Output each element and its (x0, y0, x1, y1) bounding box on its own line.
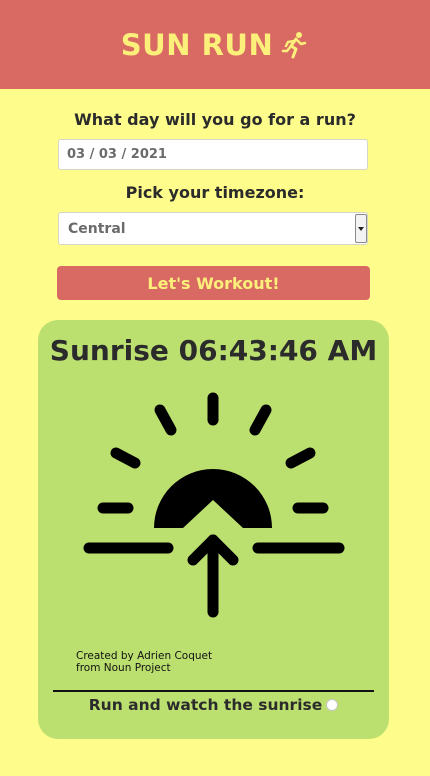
app-title: SUN RUN (120, 27, 274, 62)
app-header: SUN RUN (0, 0, 430, 89)
icon-credit: Created by Adrien Coquet from Noun Proje… (76, 650, 212, 674)
footer-message: Run and watch the sunrise (38, 696, 389, 714)
sunrise-time-heading: Sunrise 06:43:46 AM (49, 334, 378, 367)
day-question-label: What day will you go for a run? (74, 110, 356, 129)
app-brand: SUN RUN (121, 28, 309, 62)
sunrise-icon (83, 392, 345, 618)
chevron-down-icon[interactable] (355, 214, 367, 243)
timezone-selected-value: Central (68, 220, 126, 237)
run-date-input[interactable]: 03 / 03 / 2021 (58, 139, 368, 170)
run-date-value: 03 / 03 / 2021 (67, 147, 167, 162)
footer-text: Run and watch the sunrise (88, 696, 323, 714)
timezone-select[interactable]: Central (58, 212, 368, 245)
runner-icon (281, 31, 307, 58)
credit-source: from Noun Project (76, 662, 171, 674)
timezone-label: Pick your timezone: (125, 183, 305, 202)
card-divider (53, 690, 374, 692)
sunrise-result-card: Sunrise 06:43:46 AM Created by Adrien Co… (38, 320, 389, 739)
status-dot-icon[interactable] (326, 699, 339, 711)
lets-workout-button[interactable]: Let's Workout! (57, 266, 370, 300)
credit-author: Created by Adrien Coquet (76, 650, 213, 662)
